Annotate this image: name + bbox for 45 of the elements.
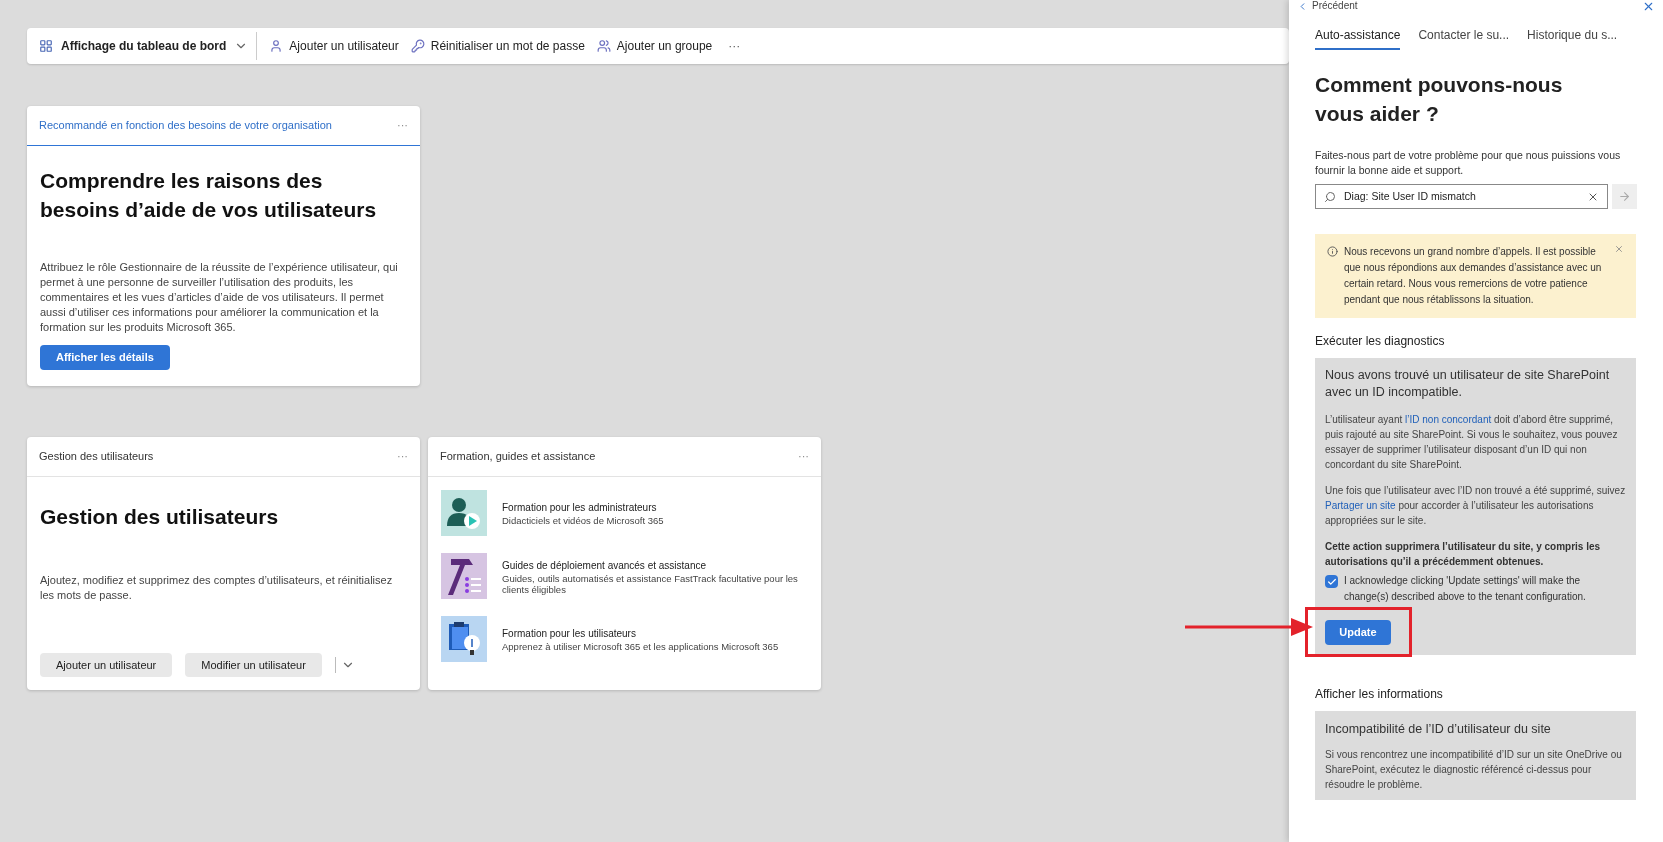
panel-tab[interactable]: Contacter le su... — [1418, 26, 1510, 50]
inline-link[interactable]: l’ID non concordant — [1405, 414, 1492, 425]
card-header: Gestion des utilisateurs — [39, 449, 154, 465]
more-options-button[interactable]: ··· — [728, 37, 741, 55]
card-header: Recommandé en fonction des besoins de votre organisation — [39, 118, 332, 134]
info-title: Incompatibilité de l’ID d’utilisateur du site — [1325, 720, 1552, 738]
panel-tab[interactable]: Auto-assistance — [1315, 26, 1401, 50]
resource-title[interactable]: Guides de déploiement avancés et assistance — [502, 557, 808, 573]
user-action-button[interactable]: Ajouter un utilisateur — [40, 653, 173, 677]
back-link[interactable]: Précédent — [1297, 0, 1358, 12]
card-header: Formation, guides et assistance — [440, 449, 596, 465]
show-details-button[interactable]: Afficher les détails — [40, 345, 170, 370]
info-text: Si vous rencontrez une incompatibilité d’ID sur un site OneDrive ou SharePoint, exécutez le diagnostic référencé ci-dessus pour résoudre le problème. — [1325, 747, 1623, 792]
card-description: Ajoutez, modifiez et supprimez des comptes d’utilisateurs, et réinitialisez les mots de passe. — [40, 572, 394, 603]
resource-title[interactable]: Formation pour les utilisateurs — [502, 626, 779, 641]
inline-link[interactable]: Partager un site — [1325, 500, 1396, 511]
toolbar-action[interactable]: Ajouter un utilisateur — [269, 37, 399, 55]
search-value: Diag: Site User ID mismatch — [1344, 188, 1477, 204]
search-field[interactable]: Diag: Site User ID mismatch — [1315, 184, 1608, 209]
card-description: Attribuez le rôle Gestionnaire de la réussite de l’expérience utilisateur, qui permet à une personne de surveiller l’utilisation des produits, les commentaires et les vues d’articles d’aide de vos utilisateurs. Il permet aussi d’utiliser ces informations pour améliorer la communication et la formation sur les produits Microsoft 365. — [40, 260, 399, 335]
warning-text: Cette action supprimera l’utilisateur du site, y compris les autorisations qu’il a précédemment obtenues. — [1325, 540, 1602, 569]
resource-subtitle: Apprenez à utiliser Microsoft 365 et les applications Microsoft 365 — [502, 641, 779, 652]
diagnostic-text: L’utilisateur ayant l’ID non concordant doit d’abord être supprimé, puis rajouté au site SharePoint. Si vous le souhaitez, vous pouvez essayer de supprimer l’utilisateur disposant d’un ID qui non concordant du site SharePoint. — [1325, 413, 1619, 472]
user-action-button[interactable]: Modifier un utilisateur — [185, 653, 322, 677]
update-button[interactable]: Update — [1325, 619, 1391, 645]
panel-intro: Faites-nous part de votre problème pour que nous puissions vous fournir la bonne aide et support. — [1315, 148, 1622, 178]
section-heading: Exécuter les diagnostics — [1315, 333, 1446, 350]
resource-subtitle: Guides, outils automatisés et assistance FastTrack facultative pour les clients éligibles — [502, 572, 799, 595]
resource-subtitle: Didacticiels et vidéos de Microsoft 365 — [502, 515, 664, 526]
more-options-button[interactable]: ··· — [798, 448, 809, 465]
panel-tab[interactable]: Historique du s... — [1527, 26, 1618, 50]
section-heading: Afficher les informations — [1315, 685, 1444, 703]
diagnostic-text: Une fois que l’utilisateur avec l’ID non trouvé a été supprimé, suivez Partager un site pour accorder à l’utilisateur les autorisations appropriées sur le site. — [1325, 484, 1626, 528]
panel-heading: Comment pouvons-nous vous aider ? — [1315, 72, 1564, 127]
card-title: Gestion des utilisateurs — [40, 504, 280, 530]
toolbar-action[interactable]: Ajouter un groupe — [596, 37, 713, 55]
toolbar-action[interactable]: Réinitialiser un mot de passe — [410, 37, 585, 55]
diagnostic-title: Nous avons trouvé un utilisateur de site SharePoint avec un ID incompatible. — [1325, 367, 1611, 401]
card-title: Comprendre les raisons des besoins d’aide de vos utilisateurs — [40, 168, 378, 223]
acknowledge-label: I acknowledge clicking 'Update settings' will make the change(s) described above to the tenant configuration. — [1344, 574, 1587, 604]
more-options-button[interactable]: ··· — [397, 117, 408, 134]
resource-title[interactable]: Formation pour les administrateurs — [502, 500, 664, 515]
dashboard-view-dropdown[interactable]: Affichage du tableau de bord — [39, 32, 258, 60]
notice-text: Nous recevons un grand nombre d’appels. Il est possible que nous répondions aux demandes d’assistance avec un certain retard. Nous vous remercions de votre patience pendant que nous rétablissons la situation. — [1344, 245, 1603, 307]
more-options-button[interactable]: ··· — [397, 448, 408, 465]
